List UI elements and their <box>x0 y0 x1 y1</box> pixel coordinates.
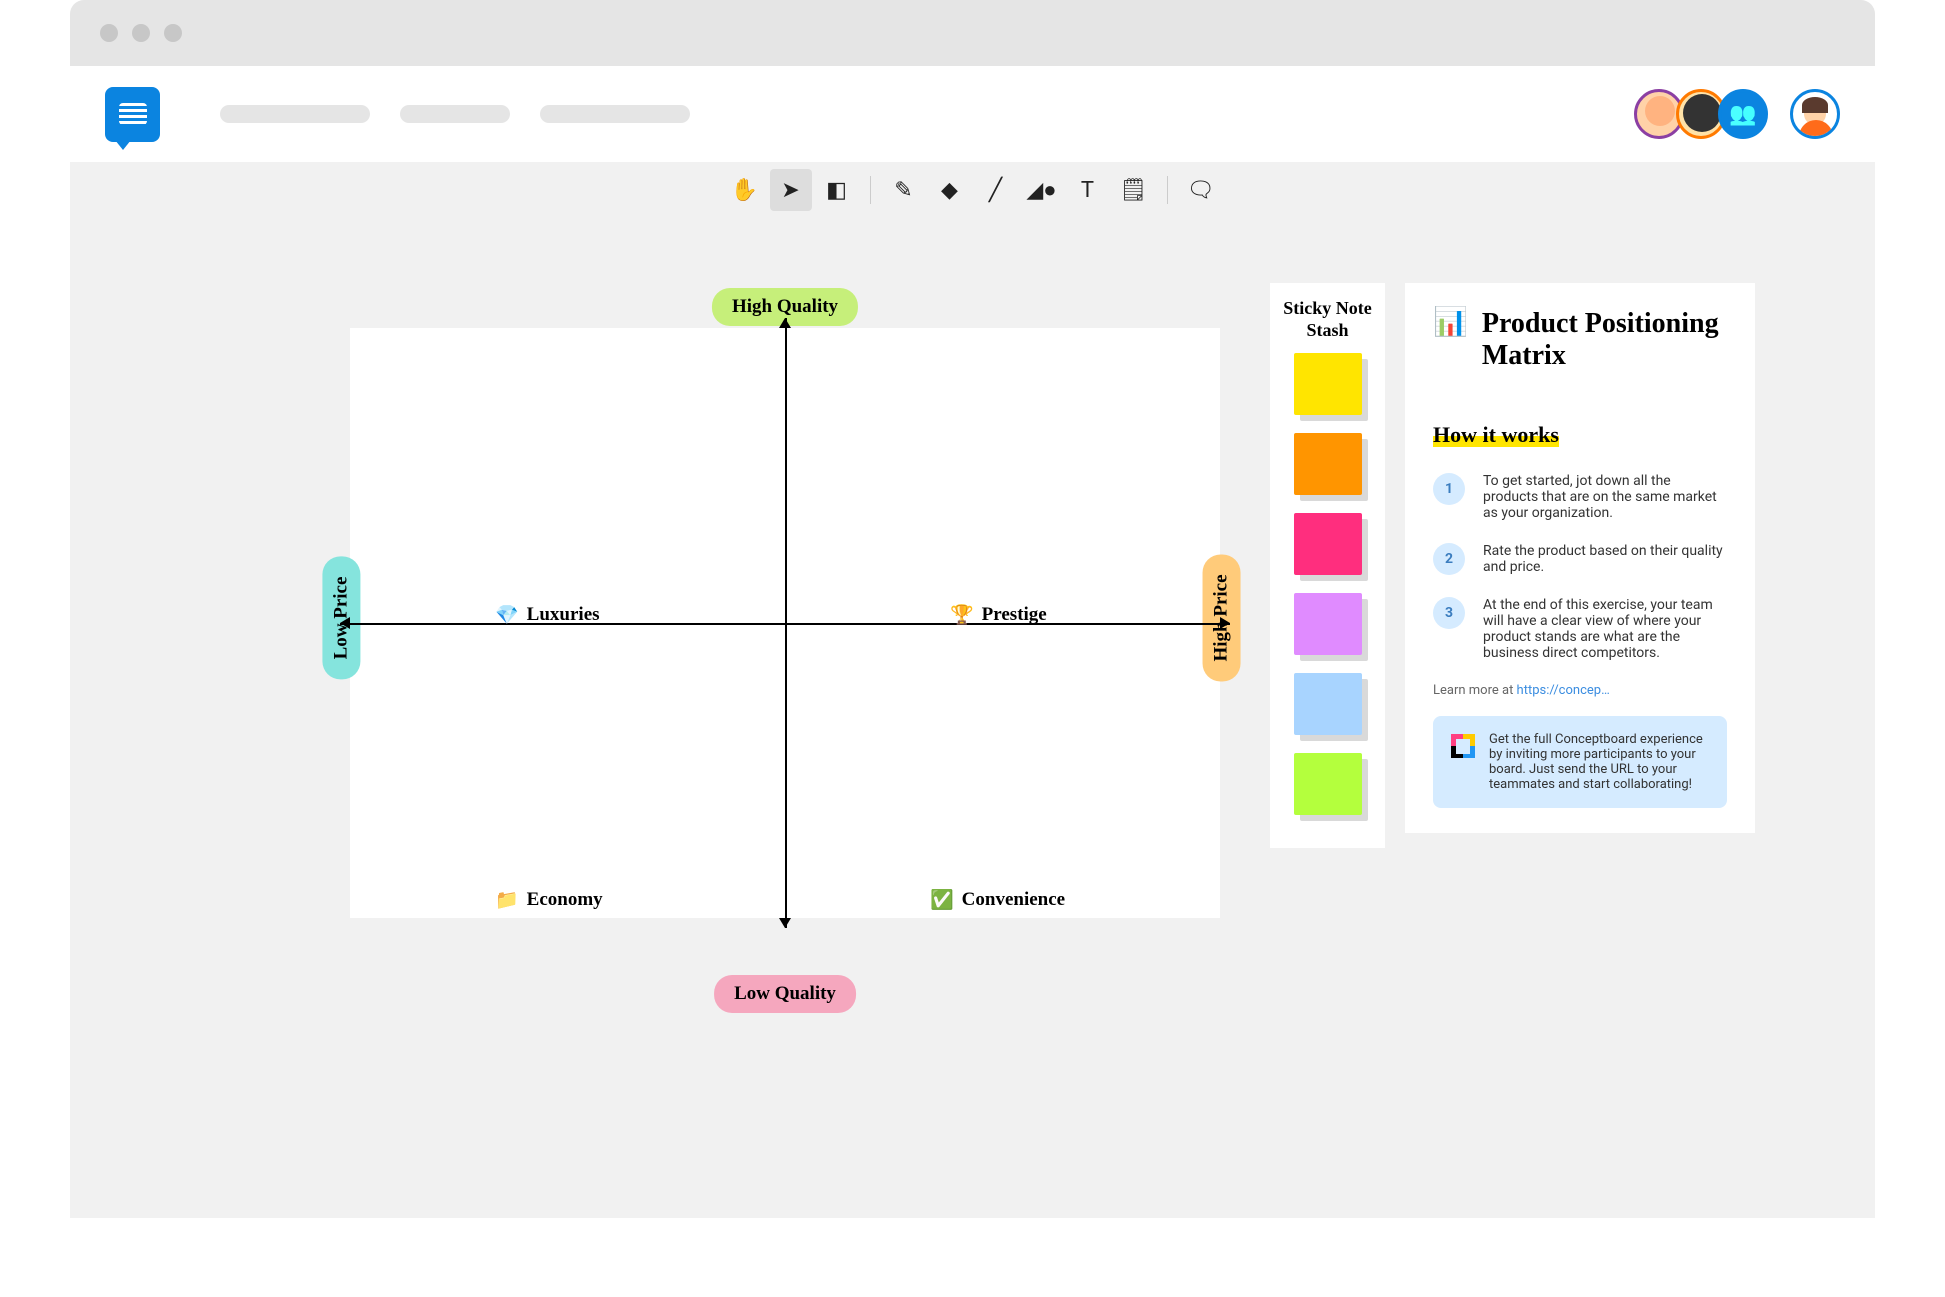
step: 1 To get started, jot down all the produc… <box>1433 473 1727 521</box>
quadrant-prestige: 🏆 Prestige <box>950 603 1047 627</box>
promo-box: Get the full Conceptboard experience by … <box>1433 716 1727 808</box>
step-text: Rate the product based on their quality … <box>1483 543 1727 575</box>
panel-title: Product Positioning Matrix <box>1482 308 1727 372</box>
sticky-note-green[interactable] <box>1294 753 1362 815</box>
traffic-light-dot <box>100 24 118 42</box>
toolbar-divider <box>870 176 871 204</box>
info-panel: 📊 Product Positioning Matrix How it work… <box>1405 283 1755 833</box>
step: 3 At the end of this exercise, your team … <box>1433 597 1727 661</box>
breadcrumb <box>220 105 690 123</box>
step-number: 2 <box>1433 543 1465 575</box>
toolbar-divider <box>1167 176 1168 204</box>
sticky-note-yellow[interactable] <box>1294 353 1362 415</box>
comment-tool-icon[interactable]: 🗨 <box>1180 169 1222 211</box>
line-tool-icon[interactable]: ╱ <box>975 169 1017 211</box>
crumb-placeholder <box>400 105 510 123</box>
pen-tool-icon[interactable]: ✎ <box>883 169 925 211</box>
horizontal-axis <box>340 623 1230 625</box>
note-tool-icon[interactable]: 🗒 <box>1113 169 1155 211</box>
trophy-icon: 🏆 <box>950 603 974 627</box>
step-text: At the end of this exercise, your team w… <box>1483 597 1727 661</box>
collaborator-avatars <box>1642 89 1840 139</box>
learn-more: Learn more at https://concep… <box>1433 683 1727 698</box>
arrow-left-icon <box>340 617 350 629</box>
chart-icon: 📊 <box>1433 308 1468 336</box>
sticky-note-purple[interactable] <box>1294 593 1362 655</box>
quadrant-economy: 📁 Economy <box>495 888 603 912</box>
step-text: To get started, jot down all the product… <box>1483 473 1727 521</box>
sticky-stash-title: Sticky Note Stash <box>1282 298 1373 341</box>
traffic-light-dot <box>164 24 182 42</box>
window-title-bar <box>70 0 1875 66</box>
eraser-tool-icon[interactable]: ◧ <box>816 169 858 211</box>
sticky-note-stash: Sticky Note Stash <box>1270 283 1385 848</box>
arrow-up-icon <box>779 318 791 328</box>
toolbar: ✋ ➤ ◧ ✎ ◆ ╱ ◢● T 🗒 🗨 <box>70 162 1875 218</box>
sticky-note-blue[interactable] <box>1294 673 1362 735</box>
check-icon: ✅ <box>930 888 954 912</box>
add-collaborator-icon[interactable] <box>1718 89 1768 139</box>
text-tool-icon[interactable]: T <box>1067 169 1109 211</box>
app-header <box>70 66 1875 162</box>
canvas[interactable]: High Quality Low Quality Low Price High … <box>140 218 1805 1218</box>
step: 2 Rate the product based on their quality… <box>1433 543 1727 575</box>
axis-label-bottom: Low Quality <box>714 975 856 1013</box>
crumb-placeholder <box>220 105 370 123</box>
crumb-placeholder <box>540 105 690 123</box>
pan-tool-icon[interactable]: ✋ <box>724 169 766 211</box>
select-tool-icon[interactable]: ➤ <box>770 169 812 211</box>
arrow-down-icon <box>779 918 791 928</box>
marker-tool-icon[interactable]: ◆ <box>929 169 971 211</box>
conceptboard-logo-icon <box>1451 734 1475 758</box>
sticky-note-pink[interactable] <box>1294 513 1362 575</box>
traffic-light-dot <box>132 24 150 42</box>
diamond-icon: 💎 <box>495 603 519 627</box>
app-logo[interactable] <box>105 87 160 142</box>
learn-more-link[interactable]: https://concep… <box>1517 683 1610 698</box>
step-number: 1 <box>1433 473 1465 505</box>
arrow-right-icon <box>1220 617 1230 629</box>
positioning-matrix: High Quality Low Quality Low Price High … <box>310 278 1260 958</box>
how-it-works-title: How it works <box>1433 422 1727 448</box>
promo-text: Get the full Conceptboard experience by … <box>1489 732 1709 792</box>
step-number: 3 <box>1433 597 1465 629</box>
quadrant-convenience: ✅ Convenience <box>930 888 1065 912</box>
sticky-note-orange[interactable] <box>1294 433 1362 495</box>
shape-tool-icon[interactable]: ◢● <box>1021 169 1063 211</box>
quadrant-luxuries: 💎 Luxuries <box>495 603 600 627</box>
folder-icon: 📁 <box>495 888 519 912</box>
current-user-avatar[interactable] <box>1790 89 1840 139</box>
